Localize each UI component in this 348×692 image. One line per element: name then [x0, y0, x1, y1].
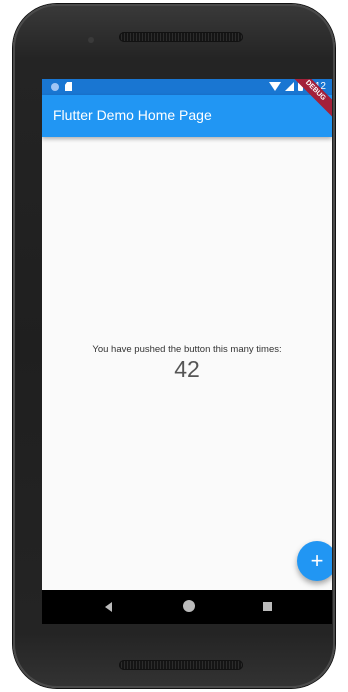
counter-message: You have pushed the button this many tim… [92, 344, 282, 355]
increment-button[interactable]: + [297, 541, 332, 581]
recents-icon[interactable] [263, 602, 272, 611]
status-bar: 6:12 [42, 79, 332, 95]
back-icon[interactable] [105, 602, 112, 612]
home-icon[interactable] [183, 600, 195, 612]
phone-frame: 6:12 Flutter Demo Home Page DEBUG You ha… [13, 4, 335, 688]
screen: 6:12 Flutter Demo Home Page DEBUG You ha… [42, 79, 332, 624]
sd-card-icon [65, 82, 72, 91]
front-camera-icon [88, 37, 94, 43]
app-bar: Flutter Demo Home Page [42, 95, 332, 137]
bottom-speaker [119, 660, 243, 670]
earpiece-speaker [119, 32, 243, 42]
page-title: Flutter Demo Home Page [53, 107, 212, 123]
notification-dot-icon [51, 82, 59, 91]
wifi-icon [268, 82, 281, 91]
signal-icon [284, 82, 294, 91]
counter-value: 42 [174, 356, 200, 382]
add-icon: + [310, 548, 324, 573]
navigation-bar [42, 590, 332, 624]
